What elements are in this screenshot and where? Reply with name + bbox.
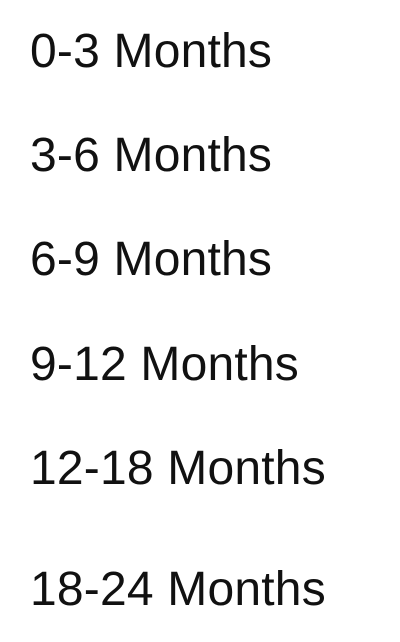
size-option-18-24-months[interactable]: 18-24 Months [30,560,326,620]
size-option-0-3-months[interactable]: 0-3 Months [30,22,272,82]
size-option-3-6-months[interactable]: 3-6 Months [30,126,272,186]
size-option-12-18-months[interactable]: 12-18 Months [30,439,326,499]
size-option-6-9-months[interactable]: 6-9 Months [30,230,272,290]
size-option-9-12-months[interactable]: 9-12 Months [30,335,299,395]
